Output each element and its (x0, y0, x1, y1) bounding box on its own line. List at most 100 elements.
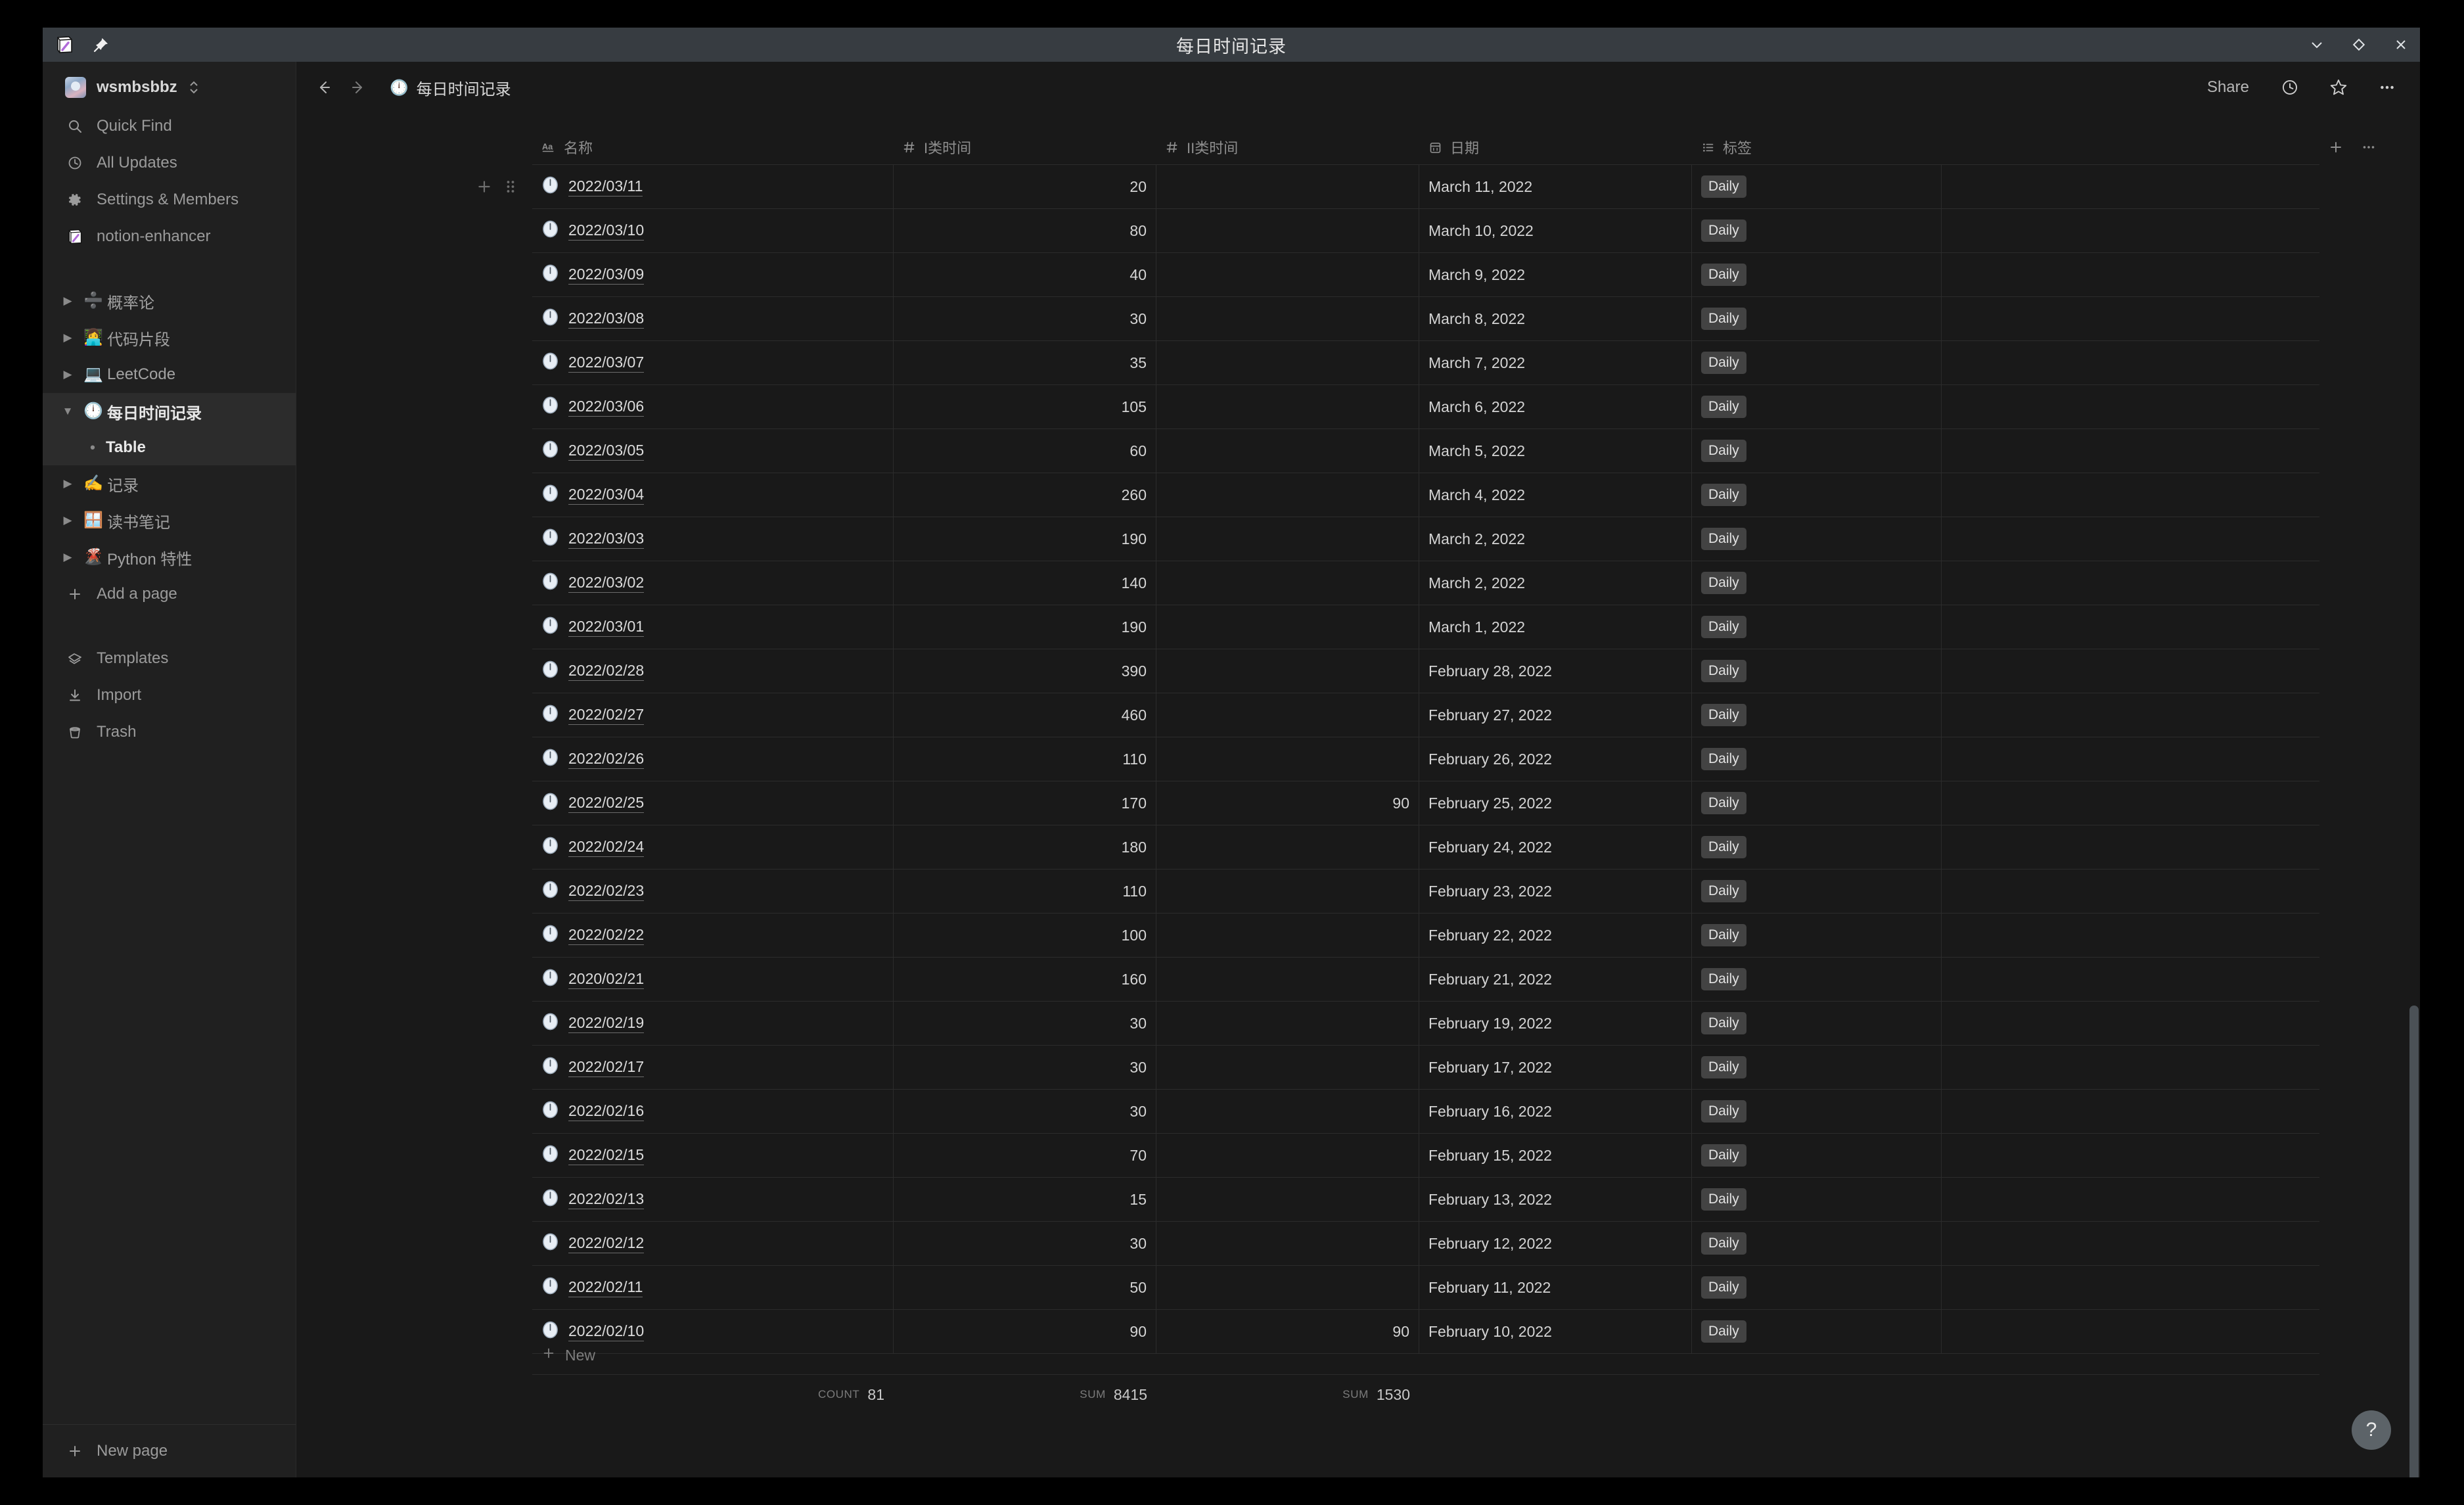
cell-date[interactable]: February 19, 2022 (1419, 1002, 1692, 1045)
cell-name[interactable]: 2022/02/17 (532, 1046, 894, 1089)
table-row[interactable]: 2022/02/23 110 February 23, 2022 Daily (532, 869, 2319, 914)
star-icon[interactable] (2324, 73, 2353, 102)
cell-name[interactable]: 2022/03/01 (532, 605, 894, 649)
cell-date[interactable]: February 27, 2022 (1419, 693, 1692, 737)
cell-t2[interactable] (1156, 693, 1419, 737)
add-row-icon[interactable] (472, 174, 497, 199)
cell-t2[interactable] (1156, 737, 1419, 781)
drag-handle-icon[interactable] (501, 835, 520, 860)
cell-date[interactable]: February 22, 2022 (1419, 914, 1692, 957)
cell-name[interactable]: 2022/02/22 (532, 914, 894, 957)
arrow-right-icon[interactable] (344, 73, 373, 102)
row-title-link[interactable]: 2022/02/28 (568, 661, 645, 681)
add-row-icon[interactable] (472, 614, 497, 639)
cell-date[interactable]: February 17, 2022 (1419, 1046, 1692, 1089)
table-row[interactable]: 2022/02/28 390 February 28, 2022 Daily (532, 649, 2319, 693)
cell-t1[interactable]: 160 (894, 958, 1156, 1001)
cell-date[interactable]: March 7, 2022 (1419, 341, 1692, 384)
cell-t1[interactable]: 30 (894, 1222, 1156, 1265)
cell-tag[interactable]: Daily (1692, 517, 1942, 561)
cell-tag[interactable]: Daily (1692, 297, 1942, 340)
cell-t2[interactable] (1156, 209, 1419, 252)
cell-tag[interactable]: Daily (1692, 253, 1942, 296)
cell-t2[interactable] (1156, 473, 1419, 517)
table-row[interactable]: 2022/02/25 170 90 February 25, 2022 Daily (532, 781, 2319, 825)
add-row-icon[interactable] (472, 835, 497, 860)
cell-blank[interactable] (1942, 1134, 2319, 1177)
cell-name[interactable]: 2022/02/15 (532, 1134, 894, 1177)
drag-handle-icon[interactable] (501, 703, 520, 728)
cell-name[interactable]: 2022/02/24 (532, 825, 894, 869)
cell-blank[interactable] (1942, 429, 2319, 473)
cell-t2[interactable] (1156, 385, 1419, 428)
row-title-link[interactable]: 2022/03/09 (568, 265, 645, 285)
cell-t1[interactable]: 110 (894, 737, 1156, 781)
table-row[interactable]: 2022/02/22 100 February 22, 2022 Daily (532, 914, 2319, 958)
row-title-link[interactable]: 2022/03/07 (568, 353, 645, 373)
cell-date[interactable]: February 21, 2022 (1419, 958, 1692, 1001)
cell-date[interactable]: March 4, 2022 (1419, 473, 1692, 517)
cell-tag[interactable]: Daily (1692, 1222, 1942, 1265)
drag-handle-icon[interactable] (501, 174, 520, 199)
cell-t1[interactable]: 35 (894, 341, 1156, 384)
cell-t1[interactable]: 20 (894, 165, 1156, 208)
sidebar-item-all-updates[interactable]: All Updates (43, 145, 296, 181)
cell-t2[interactable] (1156, 341, 1419, 384)
row-title-link[interactable]: 2022/02/12 (568, 1234, 645, 1253)
cell-t2[interactable] (1156, 297, 1419, 340)
breadcrumb[interactable]: 🕛 每日时间记录 (383, 72, 518, 103)
table-row[interactable]: 2022/02/19 30 February 19, 2022 Daily (532, 1002, 2319, 1046)
sidebar-page-jilu[interactable]: ▶ ✍️ 记录 (43, 465, 296, 502)
column-header-date[interactable]: 日期 (1419, 130, 1692, 164)
cell-name[interactable]: 2022/02/27 (532, 693, 894, 737)
cell-blank[interactable] (1942, 914, 2319, 957)
aggregation-empty[interactable] (1942, 1375, 2319, 1414)
sidebar-add-a-page[interactable]: Add a page (43, 576, 296, 613)
cell-date[interactable]: February 23, 2022 (1419, 869, 1692, 913)
cell-name[interactable]: 2022/03/03 (532, 517, 894, 561)
cell-name[interactable]: 2022/02/11 (532, 1266, 894, 1309)
clock-icon[interactable] (2275, 73, 2304, 102)
table-row[interactable]: 2022/03/05 60 March 5, 2022 Daily (532, 429, 2319, 473)
add-row-icon[interactable] (472, 438, 497, 463)
cell-blank[interactable] (1942, 693, 2319, 737)
row-title-link[interactable]: 2022/02/24 (568, 837, 645, 857)
sidebar-page-leetcode[interactable]: ▶ 💻 LeetCode (43, 356, 296, 393)
add-column-button[interactable] (2319, 130, 2352, 164)
cell-t2[interactable] (1156, 1266, 1419, 1309)
cell-tag[interactable]: Daily (1692, 385, 1942, 428)
drag-handle-icon[interactable] (501, 350, 520, 375)
cell-name[interactable]: 2022/03/05 (532, 429, 894, 473)
drag-handle-icon[interactable] (501, 1231, 520, 1256)
table-row[interactable]: 2022/03/01 190 March 1, 2022 Daily (532, 605, 2319, 649)
cell-t1[interactable]: 50 (894, 1266, 1156, 1309)
cell-t2[interactable] (1156, 253, 1419, 296)
table-row[interactable]: 2022/03/02 140 March 2, 2022 Daily (532, 561, 2319, 605)
drag-handle-icon[interactable] (501, 218, 520, 243)
drag-handle-icon[interactable] (501, 1319, 520, 1344)
row-title-link[interactable]: 2022/02/19 (568, 1013, 645, 1033)
row-title-link[interactable]: 2022/02/17 (568, 1057, 645, 1077)
cell-t1[interactable]: 260 (894, 473, 1156, 517)
chevron-right-icon[interactable]: ▶ (56, 331, 80, 344)
drag-handle-icon[interactable] (501, 923, 520, 948)
cell-t1[interactable]: 40 (894, 253, 1156, 296)
table-row[interactable]: 2022/02/12 30 February 12, 2022 Daily (532, 1222, 2319, 1266)
drag-handle-icon[interactable] (501, 394, 520, 419)
cell-t2[interactable] (1156, 517, 1419, 561)
cell-name[interactable]: 2022/03/04 (532, 473, 894, 517)
drag-handle-icon[interactable] (501, 1143, 520, 1168)
row-title-link[interactable]: 2022/02/25 (568, 793, 645, 813)
drag-handle-icon[interactable] (501, 1187, 520, 1212)
cell-t1[interactable]: 110 (894, 869, 1156, 913)
cell-blank[interactable] (1942, 605, 2319, 649)
maximize-icon[interactable] (2349, 35, 2369, 55)
table-row[interactable]: 2022/02/27 460 February 27, 2022 Daily (532, 693, 2319, 737)
chevron-right-icon[interactable]: ▶ (56, 294, 80, 308)
column-menu-button[interactable] (2352, 130, 2385, 164)
cell-blank[interactable] (1942, 209, 2319, 252)
chevron-right-icon[interactable]: ▶ (56, 514, 80, 527)
cell-date[interactable]: February 24, 2022 (1419, 825, 1692, 869)
row-title-link[interactable]: 2022/03/08 (568, 309, 645, 329)
cell-t2[interactable] (1156, 825, 1419, 869)
